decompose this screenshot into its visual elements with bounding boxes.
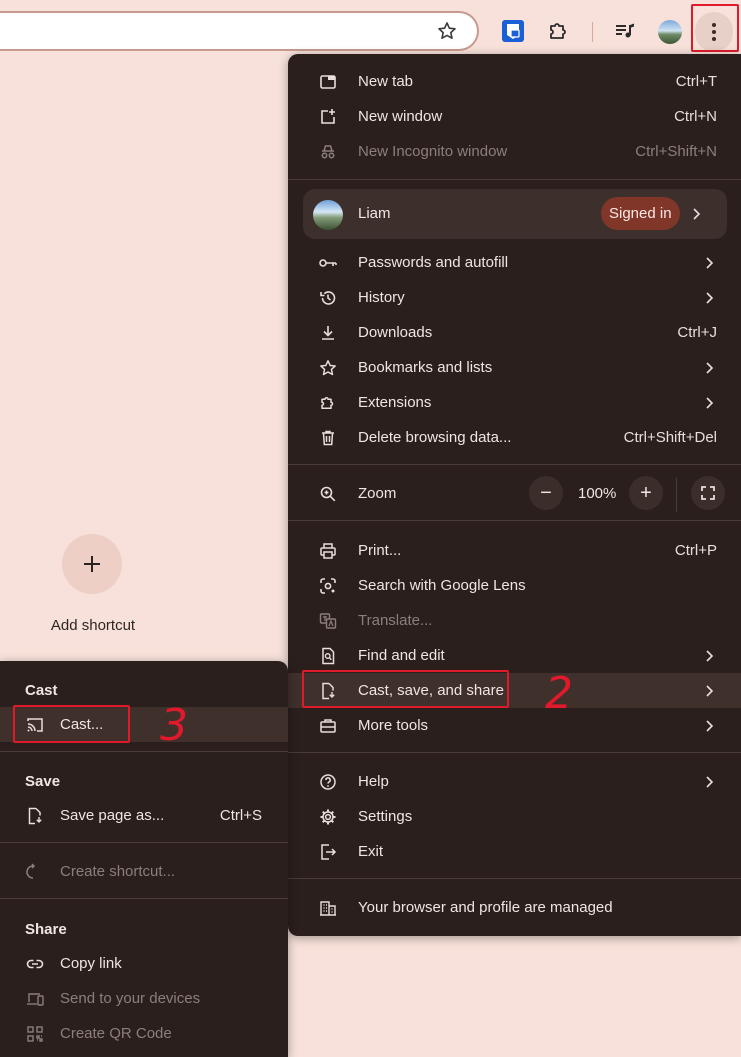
chevron-right-icon: [704, 719, 714, 733]
menu-item-delete-browsing-data[interactable]: Delete browsing data... Ctrl+Shift+Del: [288, 420, 741, 455]
link-icon: [25, 954, 45, 974]
qr-code-icon: [25, 1024, 45, 1044]
chevron-right-icon: [704, 396, 714, 410]
toolbar-separator: [592, 22, 593, 42]
profile-avatar[interactable]: [658, 20, 682, 44]
menu-item-more-tools[interactable]: More tools: [288, 708, 741, 743]
media-controls-icon[interactable]: [613, 19, 637, 43]
star-icon: [318, 358, 338, 378]
help-icon: [318, 772, 338, 792]
translate-icon: [318, 611, 338, 631]
chevron-right-icon: [704, 256, 714, 270]
extensions-puzzle-icon[interactable]: [547, 19, 571, 43]
building-icon: [318, 898, 338, 918]
printer-icon: [318, 541, 338, 561]
submenu-heading-share: Share: [25, 921, 67, 938]
submenu-divider: [0, 898, 288, 899]
menu-item-managed[interactable]: Your browser and profile are managed: [288, 890, 741, 925]
menu-item-translate[interactable]: Translate...: [288, 603, 741, 638]
trash-icon: [318, 428, 338, 448]
menu-divider: [288, 464, 741, 465]
key-icon: [318, 253, 338, 273]
submenu-item-create-shortcut[interactable]: Create shortcut...: [0, 854, 288, 889]
zoom-level: 100%: [578, 485, 617, 502]
menu-item-help[interactable]: Help: [288, 764, 741, 799]
submenu-divider: [0, 751, 288, 752]
menu-item-new-incognito[interactable]: New Incognito window Ctrl+Shift+N: [288, 134, 741, 169]
toolbox-icon: [318, 716, 338, 736]
shortcut-arrow-icon: [25, 862, 45, 882]
gear-icon: [318, 807, 338, 827]
menu-item-new-tab[interactable]: New tab Ctrl+T: [288, 64, 741, 99]
lens-icon: [318, 576, 338, 596]
fullscreen-button[interactable]: [691, 476, 725, 510]
add-shortcut-label: Add shortcut: [50, 617, 136, 634]
submenu-item-copy-link[interactable]: Copy link: [0, 946, 288, 981]
menu-divider: [288, 752, 741, 753]
chevron-right-icon: [704, 361, 714, 375]
save-page-icon: [25, 806, 45, 826]
menu-item-passwords[interactable]: Passwords and autofill: [288, 245, 741, 280]
submenu-item-save-page[interactable]: Save page as... Ctrl+S: [0, 798, 288, 833]
browser-toolbar: [0, 0, 741, 62]
menu-divider: [288, 878, 741, 879]
zoom-separator: [676, 478, 677, 512]
fullscreen-icon: [700, 485, 716, 501]
find-page-icon: [318, 646, 338, 666]
zoom-in-button[interactable]: +: [629, 476, 663, 510]
chrome-main-menu: New tab Ctrl+T New window Ctrl+N New Inc…: [288, 54, 741, 936]
menu-divider: [288, 520, 741, 521]
submenu-divider: [0, 842, 288, 843]
menu-item-google-lens[interactable]: Search with Google Lens: [288, 568, 741, 603]
annotation-box-3: [13, 705, 130, 743]
submenu-item-send-devices[interactable]: Send to your devices: [0, 981, 288, 1016]
submenu-heading-cast: Cast: [25, 682, 58, 699]
menu-item-print[interactable]: Print... Ctrl+P: [288, 533, 741, 568]
menu-item-exit[interactable]: Exit: [288, 834, 741, 869]
menu-item-downloads[interactable]: Downloads Ctrl+J: [288, 315, 741, 350]
zoom-magnifier-icon: [318, 484, 338, 504]
password-manager-extension-icon[interactable]: [501, 19, 525, 43]
address-bar[interactable]: [0, 11, 479, 51]
profile-avatar-image: [313, 200, 343, 230]
menu-item-new-window[interactable]: New window Ctrl+N: [288, 99, 741, 134]
chevron-right-icon: [691, 207, 701, 221]
annotation-number-3: 3: [160, 700, 188, 751]
chevron-right-icon: [704, 775, 714, 789]
annotation-box-2: [302, 670, 509, 708]
menu-item-history[interactable]: History: [288, 280, 741, 315]
chevron-right-icon: [704, 291, 714, 305]
menu-profile-row[interactable]: Liam Signed in: [303, 189, 727, 239]
submenu-heading-save: Save: [25, 773, 61, 790]
new-window-icon: [318, 107, 338, 127]
bookmark-star-icon[interactable]: [437, 21, 457, 41]
annotation-number-2: 2: [545, 668, 573, 719]
menu-item-settings[interactable]: Settings: [288, 799, 741, 834]
add-shortcut-button[interactable]: [62, 534, 122, 594]
menu-divider: [288, 179, 741, 180]
annotation-box-1: [691, 4, 739, 52]
devices-icon: [25, 989, 45, 1009]
signed-in-badge: Signed in: [601, 197, 680, 230]
menu-item-zoom: Zoom: [288, 476, 741, 511]
exit-icon: [318, 842, 338, 862]
zoom-out-button[interactable]: −: [529, 476, 563, 510]
menu-item-bookmarks[interactable]: Bookmarks and lists: [288, 350, 741, 385]
plus-icon: [80, 552, 104, 576]
menu-item-find-edit[interactable]: Find and edit: [288, 638, 741, 673]
menu-item-extensions[interactable]: Extensions: [288, 385, 741, 420]
download-icon: [318, 323, 338, 343]
chevron-right-icon: [704, 649, 714, 663]
chevron-right-icon: [704, 684, 714, 698]
puzzle-icon: [318, 393, 338, 413]
history-icon: [318, 288, 338, 308]
new-tab-icon: [318, 72, 338, 92]
incognito-icon: [318, 142, 338, 162]
submenu-item-qr-code[interactable]: Create QR Code: [0, 1016, 288, 1051]
